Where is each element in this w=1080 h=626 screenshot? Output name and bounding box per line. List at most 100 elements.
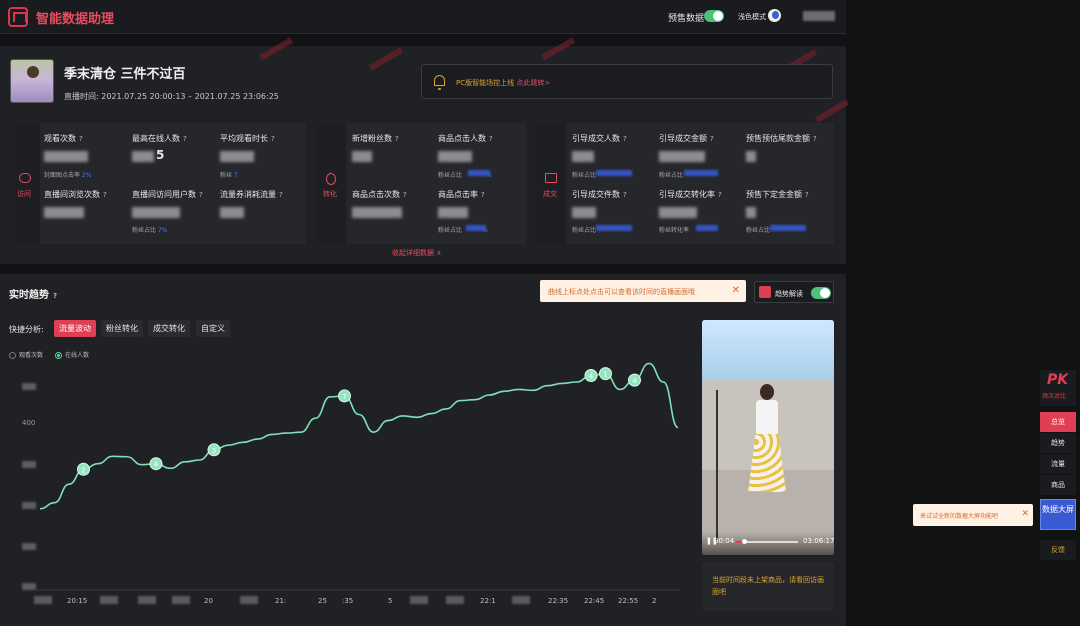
trend-wave-icon [759, 286, 771, 298]
quick-btn-fans[interactable]: 粉丝转化 [101, 320, 143, 337]
metric-room-views: 直播间浏览次数? [44, 190, 107, 199]
collapse-details-button[interactable]: 收起详细数据 ∧ [392, 248, 441, 258]
anchor-name: 季末清仓 三件不过百 [64, 67, 186, 82]
metric-views: 观看次数? [44, 134, 83, 143]
metric-avg-watch-sub: 粉丝 7 [220, 172, 238, 179]
trend-tip-text: 曲线上标点处点击可以查看该时间的直播画面哦 [548, 288, 695, 296]
metric-views-sub: 封面图点击率 2% [44, 172, 92, 179]
radio-online[interactable]: 在线人数 [55, 350, 89, 359]
y-tick-label: 400 [22, 419, 36, 427]
metric-deal-conversion: 引导成交转化率? [659, 190, 722, 199]
metric-product-clicks-value-redacted [352, 207, 402, 218]
radio-views[interactable]: 观看次数 [9, 350, 43, 359]
x-tick-label: 22:35 [548, 597, 569, 605]
trend-title: 实时趋势? [9, 290, 58, 301]
metric-group-convert: 转化 新增粉丝数? 商品点击人数? 粉丝占比% 商品点击次数? 商品点击率? 粉… [316, 123, 526, 244]
metric-deal-conversion-sub: 粉丝转化率 [659, 227, 690, 234]
app-title: 智能数据助理 [36, 12, 115, 27]
quick-btn-deal[interactable]: 成交转化 [148, 320, 190, 337]
video-duration: 03:06:17 [803, 537, 834, 545]
cart-icon [545, 173, 557, 183]
user-icon [326, 173, 336, 185]
metric-group-deal: 成交 引导成交人数? 粉丝占比 引导成交金额? 粉丝占比 预售预估尾款金额? 引… [536, 123, 834, 244]
metric-presale-deposit: 预售下定金金额? [746, 190, 809, 199]
x-tick-label: 22:1 [480, 597, 496, 605]
metric-product-clicks: 商品点击次数? [352, 190, 407, 199]
no-product-text: 当前时间段未上架商品，请看回访画面吧 [712, 576, 824, 596]
metric-product-ctr: 商品点击率? [438, 190, 485, 199]
moon-icon[interactable] [768, 9, 781, 22]
close-icon[interactable]: ✕ [1021, 509, 1029, 519]
bell-icon [434, 75, 445, 90]
x-tick-label: 2 [652, 597, 657, 605]
x-tick-label: 5 [388, 597, 393, 605]
trend-tip: 曲线上标点处点击可以查看该时间的直播画面哦 ✕ [540, 280, 746, 302]
rail-item-product[interactable]: 商品 [1040, 475, 1076, 495]
pk-compare-button[interactable]: PK 场次对比 [1040, 370, 1076, 406]
group-label-visit: 访问 [17, 190, 31, 198]
metric-peak-online-value-redacted [132, 151, 154, 162]
notice-banner[interactable]: PC版智能场控上线 点此跳转> [421, 64, 833, 99]
metric-deal-users-value-redacted [572, 151, 594, 162]
metric-views-value-redacted [44, 151, 88, 162]
rail-item-overview[interactable]: 总览 [1040, 412, 1076, 432]
big-screen-tip: 来试试全新的数据大屏功能吧 ✕ [913, 504, 1033, 526]
metric-deal-items-value-redacted [572, 207, 596, 218]
metric-room-views-value-redacted [44, 207, 84, 218]
x-tick-label: 20 [204, 597, 213, 605]
quick-btn-custom[interactable]: 自定义 [196, 320, 230, 337]
radio-dot-icon [55, 352, 62, 359]
metric-presale-balance: 预售预估尾款金额? [746, 134, 817, 143]
x-tick-label: 25 [318, 597, 327, 605]
live-video-player[interactable]: ❚❚ 00:04 03:06:17 [702, 320, 834, 555]
metric-deal-amount-sub: 粉丝占比 [659, 172, 684, 179]
metric-room-visitors-sub: 粉丝占比 7% [132, 227, 168, 234]
video-current-time: 00:04 [714, 537, 735, 545]
top-bar: 智能数据助理 预售数据 浅色模式 [0, 0, 846, 34]
metric-new-fans-value-redacted [352, 151, 372, 162]
quick-analysis-label: 快捷分析: [9, 325, 44, 334]
metric-voucher-traffic-value-redacted [220, 207, 244, 218]
metric-room-visitors: 直播间访问用户数? [132, 190, 203, 199]
rail-item-traffic[interactable]: 流量 [1040, 454, 1076, 474]
quick-btn-traffic[interactable]: 流量波动 [54, 320, 96, 337]
metric-presale-deposit-sub: 粉丝占比 [746, 227, 771, 234]
pk-label: PK [1047, 372, 1069, 388]
user-name-redacted[interactable] [803, 11, 835, 21]
metric-product-ctr-value-redacted [438, 207, 468, 218]
no-product-notice: 当前时间段未上架商品，请看回访画面吧 [702, 562, 834, 611]
metric-presale-balance-value-redacted [746, 151, 756, 162]
metric-deal-items: 引导成交件数? [572, 190, 627, 199]
trend-read-label: 趋势解读 [775, 290, 803, 298]
close-icon[interactable]: ✕ [732, 285, 740, 296]
pk-sub-label: 场次对比 [1042, 393, 1067, 400]
group-label-deal: 成交 [543, 190, 557, 198]
metric-presale-deposit-value-redacted [746, 207, 756, 218]
big-screen-tip-text: 来试试全新的数据大屏功能吧 [920, 513, 999, 520]
metric-peak-online: 最高在线人数? [132, 134, 187, 143]
radio-dot-icon [9, 352, 16, 359]
metric-deal-amount: 引导成交金额? [659, 134, 714, 143]
x-tick-label: 20:15 [67, 597, 88, 605]
trend-read-toggle[interactable] [811, 287, 831, 299]
metric-new-fans: 新增粉丝数? [352, 134, 399, 143]
group-label-convert: 转化 [323, 190, 337, 198]
metric-product-click-users: 商品点击人数? [438, 134, 493, 143]
rail-item-trend[interactable]: 趋势 [1040, 433, 1076, 453]
metric-product-click-users-value-redacted [438, 151, 472, 162]
data-big-screen-button[interactable]: 数据大屏 [1040, 499, 1076, 530]
x-tick-label: 21: [275, 597, 287, 605]
metric-deal-items-sub: 粉丝占比 [572, 227, 597, 234]
metric-avg-watch: 平均观看时长? [220, 134, 275, 143]
feedback-button[interactable]: 反馈 [1040, 540, 1076, 560]
metric-avg-watch-value-redacted [220, 151, 254, 162]
light-mode-label: 浅色模式 [738, 13, 766, 21]
eye-icon [19, 173, 31, 183]
metric-peak-online-value-tail: 5 [156, 148, 165, 162]
anchor-avatar [10, 59, 54, 103]
notice-text: PC版智能场控上线 [456, 79, 517, 87]
app-logo-icon [8, 7, 28, 27]
notice-link[interactable]: 点此跳转> [516, 79, 550, 87]
metric-deal-conversion-value-redacted [659, 207, 697, 218]
presale-data-toggle[interactable] [704, 10, 724, 22]
